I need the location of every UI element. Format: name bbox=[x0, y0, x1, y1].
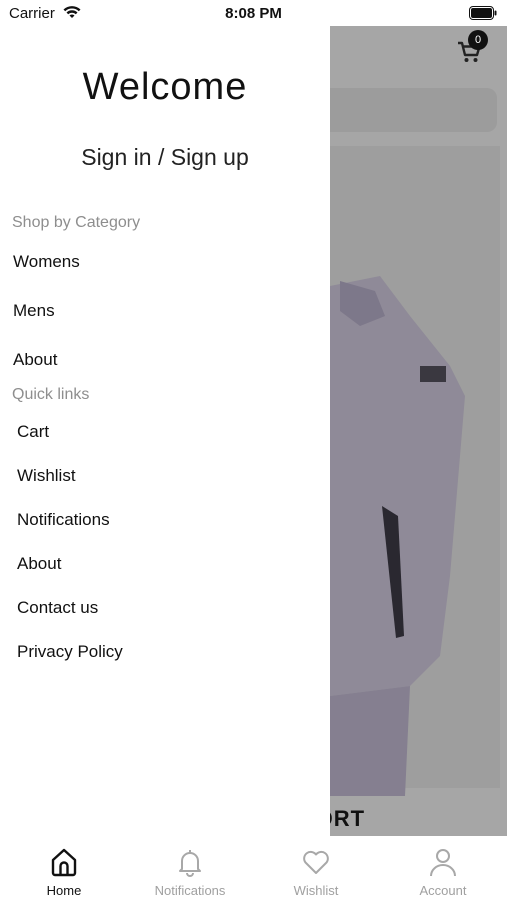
quick-link-notifications[interactable]: Notifications bbox=[17, 510, 110, 530]
status-bar: Carrier 8:08 PM bbox=[0, 0, 507, 26]
heart-icon bbox=[300, 846, 332, 878]
quick-link-cart[interactable]: Cart bbox=[17, 422, 49, 442]
side-drawer: Welcome Sign in / Sign up Shop by Catego… bbox=[0, 26, 330, 836]
quick-link-wishlist[interactable]: Wishlist bbox=[17, 466, 76, 486]
tab-home[interactable]: Home bbox=[1, 836, 127, 900]
tab-wishlist[interactable]: Wishlist bbox=[253, 836, 379, 900]
quick-links-label: Quick links bbox=[12, 386, 90, 403]
battery-icon bbox=[469, 6, 497, 25]
tab-account-label: Account bbox=[419, 883, 467, 898]
person-icon bbox=[427, 846, 459, 878]
home-icon bbox=[48, 846, 80, 878]
category-item-mens[interactable]: Mens bbox=[13, 301, 55, 321]
tab-home-label: Home bbox=[46, 883, 82, 898]
bell-icon bbox=[174, 846, 206, 878]
tab-notifications-label: Notifications bbox=[154, 883, 226, 898]
hero-banner[interactable] bbox=[300, 146, 500, 796]
cart-count-badge: 0 bbox=[468, 30, 488, 50]
category-item-womens[interactable]: Womens bbox=[13, 252, 80, 272]
hero-jacket-image bbox=[320, 276, 465, 796]
shop-by-category-label: Shop by Category bbox=[12, 214, 141, 231]
sign-in-link[interactable]: Sign in / Sign up bbox=[0, 144, 330, 171]
bottom-tab-bar: Home Notifications Wishlist Account bbox=[0, 836, 507, 900]
welcome-heading: Welcome bbox=[82, 66, 248, 108]
quick-link-about[interactable]: About bbox=[17, 554, 61, 574]
tab-notifications[interactable]: Notifications bbox=[127, 836, 253, 900]
quick-link-privacy-policy[interactable]: Privacy Policy bbox=[17, 642, 123, 662]
tab-account[interactable]: Account bbox=[380, 836, 506, 900]
category-item-about[interactable]: About bbox=[13, 350, 57, 370]
status-time: 8:08 PM bbox=[225, 5, 282, 22]
quick-link-contact-us[interactable]: Contact us bbox=[17, 598, 98, 618]
tab-wishlist-label: Wishlist bbox=[293, 883, 339, 898]
